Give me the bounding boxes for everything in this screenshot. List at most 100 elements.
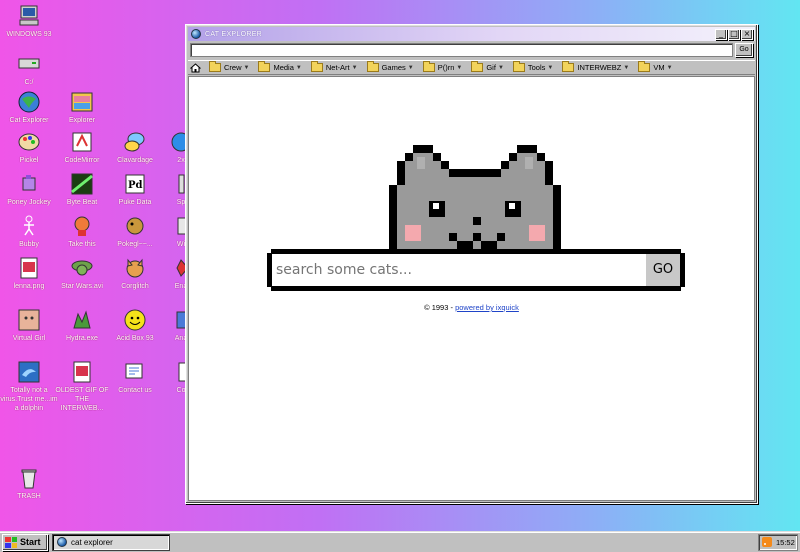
folder-icon: [209, 61, 221, 72]
desktop-icon-contact-us[interactable]: Contact us: [106, 360, 164, 395]
maximize-button[interactable]: □: [728, 28, 740, 40]
explorer-icon: [70, 90, 94, 114]
folder-icon: [471, 61, 484, 72]
page-viewport: GO © 1993 - powered by ixquick: [188, 76, 755, 501]
windows-logo-icon: [5, 536, 17, 548]
folder-icon: [258, 61, 271, 72]
bookmark-tools[interactable]: Tools ▼: [512, 61, 554, 72]
desktop-icon-c-drive[interactable]: C:/: [0, 52, 58, 87]
pony-icon: [17, 172, 41, 196]
clock: 15:52: [776, 537, 795, 547]
palette-icon: [17, 130, 41, 154]
address-go-button[interactable]: Go: [735, 43, 753, 57]
svg-text:Pd: Pd: [128, 180, 143, 191]
window-title: CAT EXPLORER: [205, 30, 263, 38]
desktop-icon-codemirror[interactable]: CodeMirror: [53, 130, 111, 165]
bookmark-media[interactable]: Media ▼: [258, 61, 302, 72]
folder-icon: [638, 61, 651, 72]
character-icon: [70, 214, 94, 238]
chevron-down-icon: ▼: [243, 64, 250, 71]
home-icon[interactable]: [190, 62, 201, 73]
bookmark-net-art[interactable]: Net-Art ▼: [310, 61, 358, 72]
stickman-icon: [17, 214, 41, 238]
contact-icon: [123, 360, 147, 384]
desktop-icon-trash[interactable]: TRASH: [0, 466, 58, 501]
powered-by-link[interactable]: powered by ixquick: [455, 303, 519, 312]
chat-icon: [123, 130, 147, 154]
desktop-icon-lenna[interactable]: lenna.png: [0, 256, 58, 291]
drive-icon: [17, 52, 41, 76]
codemirror-icon: [70, 130, 94, 154]
desktop-icon-pokegl[interactable]: Pokegl~~...: [106, 214, 164, 249]
minimize-button[interactable]: _: [715, 28, 727, 40]
address-input[interactable]: [190, 43, 733, 57]
smiley-icon: [123, 308, 147, 332]
cat-search-box: GO: [267, 249, 685, 291]
folder-icon: [310, 61, 323, 72]
desktop-icon-star-wars[interactable]: Star Wars.avi: [53, 256, 111, 291]
corgi-icon: [123, 256, 147, 280]
pixel-cat-logo: [389, 145, 561, 249]
chevron-down-icon: ▼: [295, 64, 302, 71]
desktop-icon-windows93[interactable]: WINDOWS 93: [0, 4, 58, 39]
globe-icon: [191, 29, 201, 39]
cat-search-input[interactable]: [272, 254, 646, 286]
chevron-down-icon: ▼: [351, 64, 358, 71]
desktop-icon-explorer[interactable]: Explorer: [53, 90, 111, 125]
trash-icon: [17, 466, 41, 490]
desktop-icon-hydra[interactable]: Hydra.exe: [53, 308, 111, 343]
dolphin-icon: [17, 360, 41, 384]
start-button[interactable]: Start: [2, 533, 48, 551]
bookmark-gif[interactable]: Gif ▼: [471, 61, 504, 72]
chevron-down-icon: ▼: [497, 64, 504, 71]
search-go-button[interactable]: GO: [646, 254, 680, 286]
page-footer: © 1993 - powered by ixquick: [189, 303, 754, 312]
copyright-text: © 1993 -: [424, 303, 456, 312]
computer-icon: [17, 4, 41, 28]
desktop-icon-byte-beat[interactable]: Byte Beat: [53, 172, 111, 207]
hydra-icon: [70, 308, 94, 332]
chevron-down-icon: ▼: [547, 64, 554, 71]
desktop-icon-dolphin[interactable]: Totally not a virus.Trust me...im a dolp…: [0, 360, 58, 413]
chevron-down-icon: ▼: [456, 64, 463, 71]
window-titlebar[interactable]: CAT EXPLORER _ □ ×: [188, 27, 755, 41]
cat-explorer-window[interactable]: CAT EXPLORER _ □ × Go Crew ▼ Media ▼ Net-A…: [185, 24, 758, 504]
desktop-icon-poney-jockey[interactable]: Poney Jockey: [0, 172, 58, 207]
pd-icon: Pd: [123, 172, 147, 196]
image-file-icon: [17, 256, 41, 280]
bookmark-interwebz[interactable]: INTERWEBZ ▼: [562, 61, 630, 72]
desktop-icon-oldest-gif[interactable]: OLDEST GIF OF THE INTERWEB...: [53, 360, 111, 413]
desktop-icon-clavardage[interactable]: Clavardage: [106, 130, 164, 165]
folder-icon: [366, 61, 379, 72]
folder-icon: [512, 61, 525, 72]
globe-icon: [57, 537, 67, 547]
folder-icon: [422, 61, 435, 72]
desktop-icon-take-this[interactable]: Take this: [53, 214, 111, 249]
bookmark-vm[interactable]: VM ▼: [638, 61, 673, 72]
rss-icon[interactable]: [762, 537, 772, 547]
bookmark-porn[interactable]: P()rn ▼: [422, 61, 463, 72]
chevron-down-icon: ▼: [623, 64, 630, 71]
folder-icon: [562, 61, 575, 72]
close-button[interactable]: ×: [741, 28, 753, 40]
desktop-icon-cat-explorer[interactable]: Cat Explorer: [0, 90, 58, 125]
bookmarks-bar: Crew ▼ Media ▼ Net-Art ▼ Games ▼ P()rn ▼ Gif ▼…: [188, 60, 755, 75]
taskbar-item-cat-explorer[interactable]: cat explorer: [52, 533, 170, 551]
desktop-icon-corglitch[interactable]: Corglitch: [106, 256, 164, 291]
bookmark-crew[interactable]: Crew ▼: [209, 61, 250, 72]
face-icon: [17, 308, 41, 332]
desktop-icon-virtual-girl[interactable]: Virtual Girl: [0, 308, 58, 343]
desktop-icon-pickel[interactable]: Pickel: [0, 130, 58, 165]
system-tray: 15:52: [758, 533, 798, 551]
chevron-down-icon: ▼: [666, 64, 673, 71]
desktop-icon-bubby[interactable]: Bubby: [0, 214, 58, 249]
pokegl-icon: [123, 214, 147, 238]
address-bar: Go: [188, 42, 755, 58]
bytebeat-icon: [70, 172, 94, 196]
chevron-down-icon: ▼: [407, 64, 414, 71]
taskbar: Start cat explorer 15:52: [0, 531, 800, 552]
yoda-icon: [70, 256, 94, 280]
desktop-icon-puke-data[interactable]: Pd Puke Data: [106, 172, 164, 207]
desktop-icon-acid-box[interactable]: Acid Box 93: [106, 308, 164, 343]
bookmark-games[interactable]: Games ▼: [366, 61, 414, 72]
